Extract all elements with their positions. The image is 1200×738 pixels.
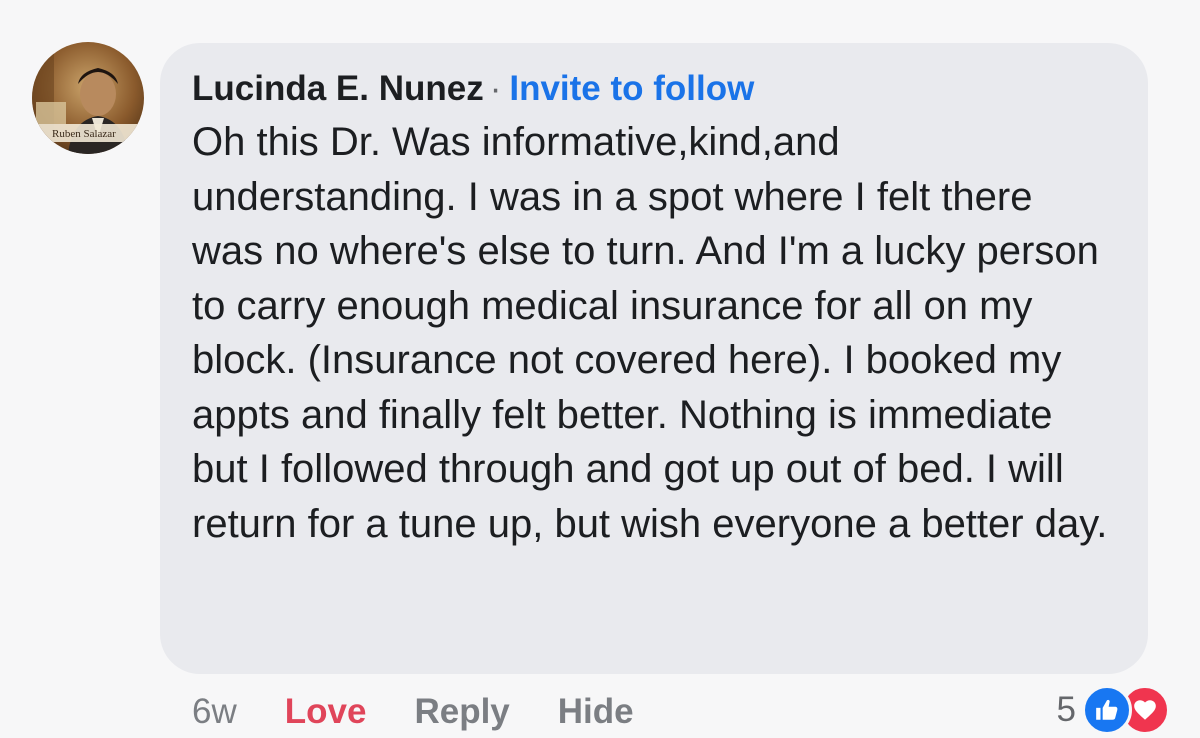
comment-actions: 6w Love Reply Hide: [192, 690, 634, 734]
avatar[interactable]: Ruben Salazar: [32, 42, 144, 154]
like-icon: [1082, 685, 1132, 735]
comment-timestamp[interactable]: 6w: [192, 692, 237, 732]
comment-header: Lucinda E. Nunez · Invite to follow: [192, 67, 1118, 111]
invite-to-follow-link[interactable]: Invite to follow: [509, 69, 754, 108]
love-button[interactable]: Love: [285, 692, 367, 732]
comment-bubble: Lucinda E. Nunez · Invite to follow Oh thi…: [160, 43, 1148, 674]
reaction-summary[interactable]: 5: [1056, 685, 1170, 735]
avatar-image: Ruben Salazar: [32, 42, 144, 154]
reaction-count: 5: [1056, 690, 1076, 729]
reply-button[interactable]: Reply: [414, 692, 509, 732]
hide-button[interactable]: Hide: [558, 692, 634, 732]
avatar-caption: Ruben Salazar: [52, 128, 116, 140]
author-name[interactable]: Lucinda E. Nunez: [192, 69, 484, 108]
comment-text: Oh this Dr. Was informative,kind,and und…: [192, 120, 1108, 546]
separator-dot: ·: [489, 69, 502, 108]
comment-thread: Ruben Salazar Lucinda E. Nunez · Invite to…: [0, 0, 1200, 738]
